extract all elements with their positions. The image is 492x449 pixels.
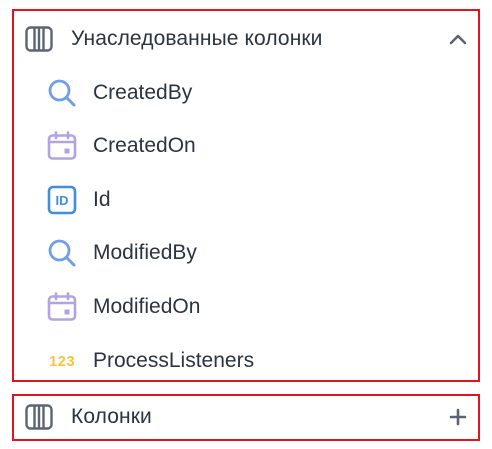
inherited-columns-title: Унаследованные колонки bbox=[71, 27, 323, 50]
id-icon: ID bbox=[46, 184, 78, 216]
list-item-label: ModifiedOn bbox=[93, 295, 201, 318]
list-item-label: CreatedBy bbox=[93, 81, 193, 104]
list-item-modifiedby[interactable]: ModifiedBy bbox=[46, 233, 466, 273]
id-icon-text: ID bbox=[56, 193, 69, 208]
list-item-label: CreatedOn bbox=[93, 134, 196, 157]
inherited-columns-header[interactable]: Унаследованные колонки bbox=[24, 19, 474, 59]
columns-header[interactable]: Колонки bbox=[24, 397, 474, 437]
columns-icon bbox=[24, 24, 54, 54]
calendar-icon bbox=[46, 130, 78, 162]
list-item-id[interactable]: ID Id bbox=[46, 180, 466, 220]
search-icon bbox=[46, 77, 78, 109]
columns-icon bbox=[24, 402, 54, 432]
list-item-modifiedon[interactable]: ModifiedOn bbox=[46, 287, 466, 327]
plus-icon[interactable] bbox=[446, 405, 470, 429]
search-icon bbox=[46, 237, 78, 269]
chevron-up-icon[interactable] bbox=[446, 27, 470, 51]
list-item-createdon[interactable]: CreatedOn bbox=[46, 126, 466, 166]
number-icon: 123 bbox=[46, 345, 78, 377]
list-item-processlisteners[interactable]: 123 ProcessListeners bbox=[46, 341, 466, 381]
list-item-label: ModifiedBy bbox=[93, 241, 197, 264]
list-item-label: Id bbox=[93, 188, 111, 211]
calendar-icon bbox=[46, 291, 78, 323]
list-item-label: ProcessListeners bbox=[93, 349, 255, 372]
columns-title: Колонки bbox=[71, 405, 152, 428]
list-item-createdby[interactable]: CreatedBy bbox=[46, 73, 466, 113]
number-icon-text: 123 bbox=[49, 352, 75, 370]
